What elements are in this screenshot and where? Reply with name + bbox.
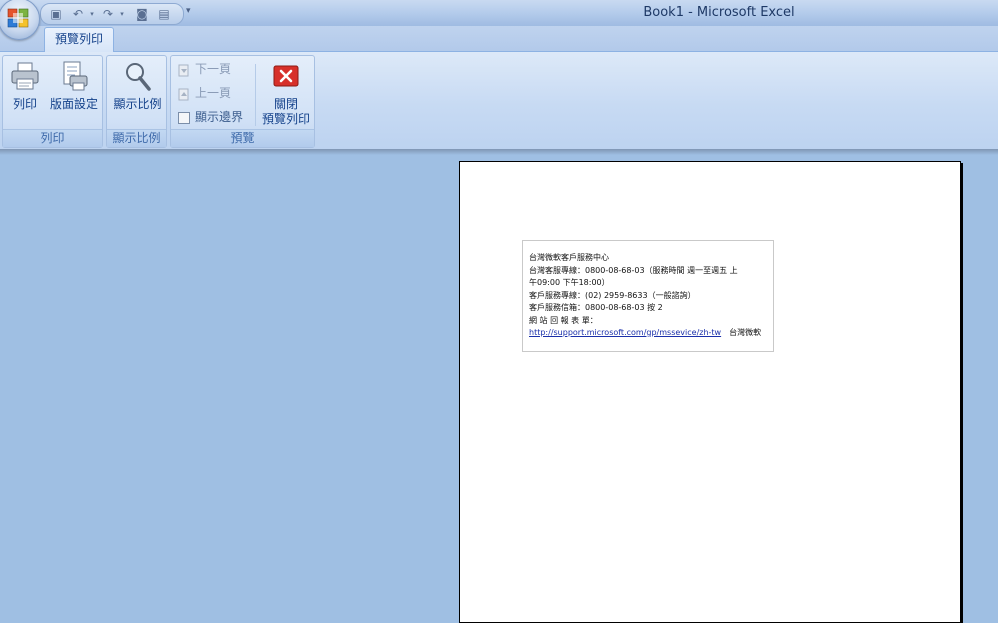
- page-line: 網 站 回 報 表 單：: [529, 315, 598, 325]
- page-line: 午09:00 下午18:00）: [529, 278, 610, 287]
- chart-icon[interactable]: ▤: [157, 7, 171, 21]
- zoom-button[interactable]: 顯示比例: [109, 60, 166, 112]
- next-page-button[interactable]: 下一頁: [177, 59, 231, 79]
- redo-icon[interactable]: ↷: [101, 7, 115, 21]
- page-content-box: 台灣微軟客戶服務中心 台灣客服專線：0800-08-68-03（服務時間 週一至…: [522, 240, 774, 352]
- ribbon-shadow: [0, 149, 998, 155]
- show-margins-checkbox[interactable]: 顯示邊界: [177, 107, 243, 127]
- page-link-line: http://support.microsoft.com/gp/mssevice…: [529, 327, 767, 340]
- group-print-label: 列印: [3, 129, 102, 147]
- page-line: 客戶服務信箱：0800-08-68-03 按 2: [529, 303, 663, 312]
- camera-icon[interactable]: ◙: [135, 7, 149, 21]
- quick-access-toolbar: ▣ ↶ ▾ ↷ ▾ ◙ ▤: [40, 3, 184, 25]
- link-suffix: 台灣微軟: [729, 328, 762, 337]
- customize-qat-icon[interactable]: ▾: [186, 6, 191, 16]
- show-margins-label: 顯示邊界: [195, 110, 244, 124]
- group-preview: 下一頁 上一頁 顯示邊界 關閉 預覽列印 預覽: [170, 55, 315, 148]
- previous-page-icon: [178, 88, 189, 100]
- print-button[interactable]: 列印: [7, 60, 43, 112]
- close-print-preview-button[interactable]: 關閉 預覽列印: [259, 60, 313, 127]
- page-setup-label: 版面設定: [49, 97, 98, 111]
- save-icon[interactable]: ▣: [49, 7, 63, 21]
- magnifier-icon: [125, 63, 151, 91]
- print-label: 列印: [12, 97, 37, 111]
- page-setup-button[interactable]: 版面設定: [47, 60, 101, 112]
- redo-dropdown-icon[interactable]: ▾: [115, 7, 129, 21]
- close-label-line1: 關閉: [273, 97, 298, 111]
- printer-icon: [11, 62, 39, 90]
- previous-page-button[interactable]: 上一頁: [177, 83, 231, 103]
- group-zoom: 顯示比例 顯示比例: [106, 55, 167, 148]
- page-line: 客戶服務專線：(02) 2959-8633（一般諮詢）: [529, 290, 696, 300]
- page-line: 台灣微軟客戶服務中心: [529, 253, 609, 262]
- next-page-icon: [178, 64, 189, 76]
- close-icon: [273, 65, 299, 87]
- office-logo-icon: [7, 8, 29, 28]
- page-setup-icon: [63, 61, 88, 91]
- previous-page-label: 上一頁: [195, 86, 232, 100]
- ribbon: 列印 版面設定 列印 顯示比例 顯示比例 下一頁 上一頁 顯示邊界 關閉 預覽列…: [0, 51, 998, 149]
- group-preview-label: 預覽: [171, 129, 314, 147]
- undo-dropdown-icon[interactable]: ▾: [85, 7, 99, 21]
- group-divider: [255, 64, 256, 126]
- next-page-label: 下一頁: [195, 62, 232, 76]
- checkbox-icon: [178, 111, 190, 124]
- support-link[interactable]: http://support.microsoft.com/gp/mssevice…: [529, 328, 721, 337]
- group-zoom-label: 顯示比例: [107, 129, 166, 147]
- ribbon-tab-row: [0, 26, 998, 52]
- zoom-label: 顯示比例: [113, 97, 162, 111]
- preview-page: 台灣微軟客戶服務中心 台灣客服專線：0800-08-68-03（服務時間 週一至…: [459, 161, 961, 623]
- close-label-line2: 預覽列印: [261, 112, 310, 126]
- undo-icon[interactable]: ↶: [71, 7, 85, 21]
- page-line: 台灣客服專線：0800-08-68-03（服務時間 週一至週五 上: [529, 265, 738, 275]
- group-print: 列印 版面設定 列印: [2, 55, 103, 148]
- tab-print-preview[interactable]: 預覽列印: [44, 27, 114, 52]
